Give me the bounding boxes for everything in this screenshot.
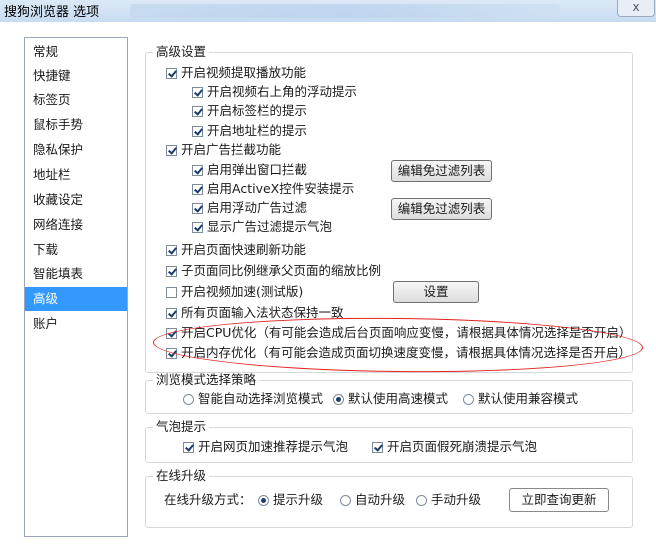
ad-block-option[interactable]: 开启广告拦截功能 bbox=[166, 141, 281, 159]
cpu-optimize-label: 开启CPU优化（有可能会造成后台页面响应变慢，请根据具体情况选择是否开启） bbox=[181, 325, 632, 340]
online-upgrade-title: 在线升级 bbox=[153, 469, 210, 483]
memory-optimize-option[interactable]: 开启内存优化（有可能会造成页面切换速度变慢，请根据具体情况选择是否开启） bbox=[166, 344, 631, 362]
browse-mode-fast-radio[interactable] bbox=[333, 393, 344, 405]
ad-block-checkbox[interactable] bbox=[166, 144, 177, 156]
tab-tip-checkbox[interactable] bbox=[192, 105, 203, 117]
browse-mode-compat-option[interactable]: 默认使用兼容模式 bbox=[463, 390, 578, 408]
browse-mode-fast-option[interactable]: 默认使用高速模式 bbox=[333, 390, 448, 408]
popup-block-label: 启用弹出窗口拦截 bbox=[207, 162, 308, 177]
float-ad-filter-checkbox[interactable] bbox=[192, 202, 203, 214]
float-ad-filter-label: 启用浮动广告过滤 bbox=[207, 200, 308, 215]
input-state-option[interactable]: 所有页面输入法状态保持一致 bbox=[166, 304, 344, 322]
fast-refresh-option[interactable]: 开启页面快速刷新功能 bbox=[166, 241, 306, 259]
browse-mode-smart-option[interactable]: 智能自动选择浏览模式 bbox=[183, 390, 323, 408]
ad-block-label: 开启广告拦截功能 bbox=[181, 142, 282, 157]
fast-refresh-checkbox[interactable] bbox=[166, 244, 177, 256]
upgrade-auto-label: 自动升级 bbox=[355, 492, 406, 507]
float-ad-filter-option[interactable]: 启用浮动广告过滤 bbox=[192, 199, 307, 217]
address-tip-option[interactable]: 开启地址栏的提示 bbox=[192, 122, 307, 140]
activex-prompt-option[interactable]: 启用ActiveX控件安装提示 bbox=[192, 180, 354, 198]
upgrade-prompt-radio[interactable] bbox=[258, 494, 269, 506]
video-float-tip-label: 开启视频右上角的浮动提示 bbox=[207, 84, 358, 99]
video-extract-label: 开启视频提取播放功能 bbox=[181, 65, 307, 80]
popup-block-checkbox[interactable] bbox=[192, 164, 203, 176]
sidebar-item-privacy[interactable]: 隐私保护 bbox=[25, 138, 127, 162]
browse-mode-smart-label: 智能自动选择浏览模式 bbox=[198, 391, 324, 406]
video-accel-option[interactable]: 开启视频加速(测试版) bbox=[166, 283, 303, 301]
video-float-tip-option[interactable]: 开启视频右上角的浮动提示 bbox=[192, 83, 357, 101]
close-button[interactable]: x bbox=[617, 0, 655, 17]
tab-tip-label: 开启标签栏的提示 bbox=[207, 103, 308, 118]
browse-mode-compat-radio[interactable] bbox=[463, 393, 474, 405]
sidebar-item-advanced[interactable]: 高级 bbox=[25, 287, 127, 311]
address-tip-checkbox[interactable] bbox=[192, 125, 203, 137]
upgrade-prompt-option[interactable]: 提示升级 bbox=[258, 491, 323, 509]
sidebar-item-tabs[interactable]: 标签页 bbox=[25, 88, 127, 112]
ad-filter-tip-label: 显示广告过滤提示气泡 bbox=[207, 219, 333, 234]
sidebar-item-general[interactable]: 常规 bbox=[25, 40, 127, 64]
bubble-crash-option[interactable]: 开启页面假死崩溃提示气泡 bbox=[372, 438, 537, 456]
bubble-recommend-label: 开启网页加速推荐提示气泡 bbox=[198, 439, 349, 454]
video-extract-checkbox[interactable] bbox=[166, 67, 177, 79]
ad-filter-tip-checkbox[interactable] bbox=[192, 221, 203, 233]
upgrade-auto-option[interactable]: 自动升级 bbox=[340, 491, 405, 509]
memory-optimize-label: 开启内存优化（有可能会造成页面切换速度变慢，请根据具体情况选择是否开启） bbox=[181, 345, 632, 360]
upgrade-manual-label: 手动升级 bbox=[431, 492, 482, 507]
upgrade-prompt-label: 提示升级 bbox=[273, 492, 324, 507]
advanced-settings-title: 高级设置 bbox=[153, 45, 210, 59]
upgrade-method-label: 在线升级方式： bbox=[164, 492, 252, 507]
activex-prompt-checkbox[interactable] bbox=[192, 183, 203, 195]
video-extract-option[interactable]: 开启视频提取播放功能 bbox=[166, 64, 306, 82]
activex-prompt-label: 启用ActiveX控件安装提示 bbox=[207, 181, 355, 196]
browse-mode-compat-label: 默认使用兼容模式 bbox=[478, 391, 579, 406]
browse-mode-title: 浏览模式选择策略 bbox=[153, 373, 260, 387]
bubble-recommend-checkbox[interactable] bbox=[183, 441, 194, 453]
video-accel-settings-button[interactable]: 设置 bbox=[393, 281, 479, 303]
tab-tip-option[interactable]: 开启标签栏的提示 bbox=[192, 102, 307, 120]
bubble-crash-checkbox[interactable] bbox=[372, 441, 383, 453]
bubble-recommend-option[interactable]: 开启网页加速推荐提示气泡 bbox=[183, 438, 348, 456]
sidebar-item-account[interactable]: 账户 bbox=[25, 312, 127, 336]
edit-exempt-list-button-2[interactable]: 编辑免过滤列表 bbox=[391, 198, 492, 220]
video-accel-label: 开启视频加速(测试版) bbox=[181, 284, 304, 299]
sidebar-item-download[interactable]: 下载 bbox=[25, 238, 127, 262]
subpage-zoom-option[interactable]: 子页面同比例继承父页面的缩放比例 bbox=[166, 262, 381, 280]
subpage-zoom-label: 子页面同比例继承父页面的缩放比例 bbox=[181, 263, 382, 278]
fast-refresh-label: 开启页面快速刷新功能 bbox=[181, 242, 307, 257]
title-bar-decoration bbox=[130, 4, 560, 18]
subpage-zoom-checkbox[interactable] bbox=[166, 265, 177, 277]
cpu-optimize-option[interactable]: 开启CPU优化（有可能会造成后台页面响应变慢，请根据具体情况选择是否开启） bbox=[166, 324, 631, 342]
sidebar-item-gestures[interactable]: 鼠标手势 bbox=[25, 113, 127, 137]
sidebar-item-addressbar[interactable]: 地址栏 bbox=[25, 163, 127, 187]
bubble-tips-title: 气泡提示 bbox=[153, 420, 210, 434]
sidebar-item-network[interactable]: 网络连接 bbox=[25, 213, 127, 237]
upgrade-manual-radio[interactable] bbox=[416, 494, 427, 506]
edit-exempt-list-button[interactable]: 编辑免过滤列表 bbox=[391, 160, 492, 182]
browse-mode-smart-radio[interactable] bbox=[183, 393, 194, 405]
address-tip-label: 开启地址栏的提示 bbox=[207, 123, 308, 138]
cpu-optimize-checkbox[interactable] bbox=[166, 327, 177, 339]
popup-block-option[interactable]: 启用弹出窗口拦截 bbox=[192, 161, 307, 179]
sidebar-item-favorites[interactable]: 收藏设定 bbox=[25, 188, 127, 212]
input-state-checkbox[interactable] bbox=[166, 307, 177, 319]
upgrade-auto-radio[interactable] bbox=[340, 494, 351, 506]
input-state-label: 所有页面输入法状态保持一致 bbox=[181, 305, 344, 320]
window-title: 搜狗浏览器 选项 bbox=[4, 5, 100, 20]
title-bar: 搜狗浏览器 选项 x bbox=[0, 0, 656, 22]
bubble-crash-label: 开启页面假死崩溃提示气泡 bbox=[387, 439, 538, 454]
upgrade-manual-option[interactable]: 手动升级 bbox=[416, 491, 481, 509]
sidebar: 常规 快捷键 标签页 鼠标手势 隐私保护 地址栏 收藏设定 网络连接 下载 智能… bbox=[24, 37, 128, 537]
sidebar-item-shortcuts[interactable]: 快捷键 bbox=[25, 64, 127, 88]
browse-mode-fast-label: 默认使用高速模式 bbox=[348, 391, 449, 406]
video-float-tip-checkbox[interactable] bbox=[192, 86, 203, 98]
ad-filter-tip-option[interactable]: 显示广告过滤提示气泡 bbox=[192, 218, 332, 236]
sidebar-item-autofill[interactable]: 智能填表 bbox=[25, 262, 127, 286]
check-update-button[interactable]: 立即查询更新 bbox=[509, 488, 609, 512]
video-accel-checkbox[interactable] bbox=[166, 286, 177, 298]
memory-optimize-checkbox[interactable] bbox=[166, 347, 177, 359]
